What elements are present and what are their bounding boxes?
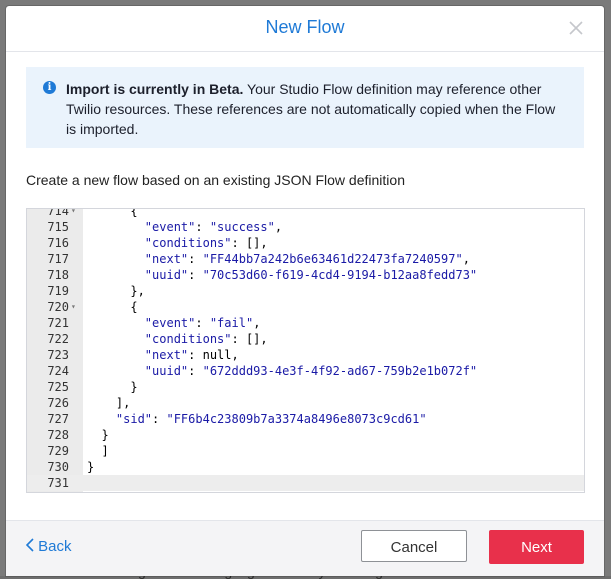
line-number: 719 bbox=[47, 284, 69, 298]
line-number: 731 bbox=[47, 476, 69, 490]
code-text: "next": "FF44bb7a242b6e63461d22473fa7240… bbox=[144, 252, 470, 266]
editor-line[interactable]: 722 "conditions": [], bbox=[27, 331, 584, 347]
line-number: 717 bbox=[47, 252, 69, 266]
line-number: 721 bbox=[47, 316, 69, 330]
line-number: 728 bbox=[47, 428, 69, 442]
editor-line[interactable]: 731 bbox=[27, 475, 584, 491]
fold-toggle-icon[interactable]: ▾ bbox=[71, 299, 81, 315]
code-text: "conditions": [], bbox=[144, 332, 268, 346]
editor-line[interactable]: 716 "conditions": [], bbox=[27, 235, 584, 251]
code-text: ] bbox=[87, 444, 109, 458]
line-number: 724 bbox=[47, 364, 69, 378]
dialog-header: New Flow bbox=[6, 6, 604, 52]
json-editor[interactable]: 714 ▾ {715 "event": "success", 716 "condit… bbox=[26, 208, 585, 493]
line-number: 714 bbox=[47, 208, 69, 218]
code-text: ], bbox=[87, 396, 131, 410]
editor-line[interactable]: 715 "event": "success", bbox=[27, 219, 584, 235]
chevron-left-icon bbox=[25, 538, 34, 556]
code-text: "event": "fail", bbox=[144, 316, 261, 330]
code-text: "event": "success", bbox=[144, 220, 283, 234]
editor-line[interactable]: 721 "event": "fail", bbox=[27, 315, 584, 331]
next-button[interactable]: Next bbox=[489, 530, 584, 564]
fold-toggle-icon[interactable]: ▾ bbox=[71, 209, 81, 219]
code-text: { bbox=[87, 300, 138, 314]
back-label: Back bbox=[38, 538, 72, 555]
flow-description: Create a new flow based on an existing J… bbox=[26, 172, 405, 188]
editor-line[interactable]: 718 "uuid": "70c53d60-f619-4cd4-9194-b12… bbox=[27, 267, 584, 283]
code-text: { bbox=[87, 208, 138, 218]
code-text: } bbox=[87, 428, 109, 442]
beta-notice: i Import is currently in Beta. Your Stud… bbox=[26, 67, 584, 148]
line-number: 727 bbox=[47, 412, 69, 426]
beta-notice-text: Import is currently in Beta. Your Studio… bbox=[66, 79, 566, 139]
line-number: 725 bbox=[47, 380, 69, 394]
editor-line[interactable]: 726 ], bbox=[27, 395, 584, 411]
code-text: "conditions": [], bbox=[144, 236, 268, 250]
dialog-title: New Flow bbox=[265, 17, 345, 37]
line-number: 726 bbox=[47, 396, 69, 410]
code-text: } bbox=[87, 380, 138, 394]
editor-line[interactable]: 725 } bbox=[27, 379, 584, 395]
line-number: 720 bbox=[47, 300, 69, 314]
code-text: } bbox=[87, 460, 95, 474]
line-number: 715 bbox=[47, 220, 69, 234]
cancel-button[interactable]: Cancel bbox=[361, 530, 467, 562]
editor-line[interactable]: 720 ▾ { bbox=[27, 299, 584, 315]
editor-line[interactable]: 714 ▾ { bbox=[27, 208, 584, 219]
line-number: 729 bbox=[47, 444, 69, 458]
dialog-footer: Back Cancel Next bbox=[6, 520, 604, 576]
back-button[interactable]: Back bbox=[25, 538, 72, 556]
info-icon: i bbox=[43, 81, 56, 94]
editor-line[interactable]: 727 "sid": "FF6b4c23809b7a3374a8496e8073… bbox=[27, 411, 584, 427]
line-number: 723 bbox=[47, 348, 69, 362]
editor-line[interactable]: 729 ] bbox=[27, 443, 584, 459]
code-text: }, bbox=[87, 284, 145, 298]
line-number: 730 bbox=[47, 460, 69, 474]
editor-line[interactable]: 728 } bbox=[27, 427, 584, 443]
code-text: "uuid": "70c53d60-f619-4cd4-9194-b12aa8f… bbox=[144, 268, 478, 282]
new-flow-dialog: New Flow i Import is currently in Beta. … bbox=[6, 6, 604, 576]
editor-line[interactable]: 723 "next": null, bbox=[27, 347, 584, 363]
editor-line[interactable]: 730} bbox=[27, 459, 584, 475]
line-number: 718 bbox=[47, 268, 69, 282]
editor-line[interactable]: 719 }, bbox=[27, 283, 584, 299]
editor-line[interactable]: 724 "uuid": "672ddd93-4e3f-4f92-ad67-759… bbox=[27, 363, 584, 379]
beta-notice-bold: Import is currently in Beta. bbox=[66, 81, 244, 97]
code-text: "next": null, bbox=[144, 348, 239, 362]
code-text: "sid": "FF6b4c23809b7a3374a8496e8073c9cd… bbox=[115, 412, 427, 426]
close-icon[interactable] bbox=[568, 20, 584, 36]
line-number: 716 bbox=[47, 236, 69, 250]
editor-line[interactable]: 717 "next": "FF44bb7a242b6e63461d22473fa… bbox=[27, 251, 584, 267]
line-number: 722 bbox=[47, 332, 69, 346]
code-text: "uuid": "672ddd93-4e3f-4f92-ad67-759b2e1… bbox=[144, 364, 478, 378]
